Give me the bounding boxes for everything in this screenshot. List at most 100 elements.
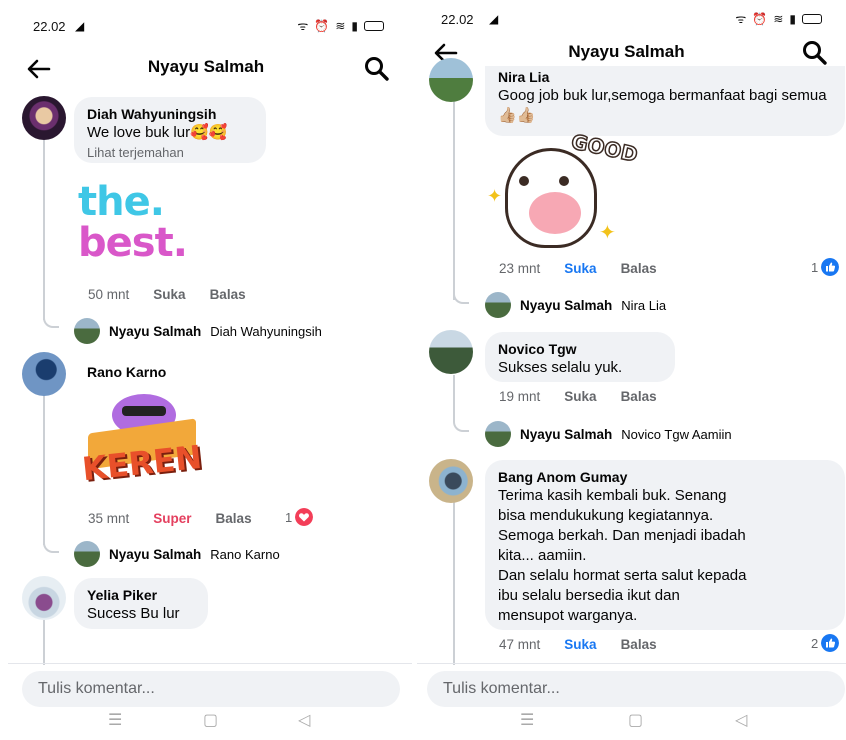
- comment-author[interactable]: Diah Wahyuningsih: [87, 105, 252, 123]
- comment-bubble: Bang Anom Gumay Terima kasih kembali buk…: [485, 460, 845, 630]
- love-reaction-icon: [295, 508, 314, 526]
- header: Nyayu Salmah: [0, 48, 412, 88]
- reply-button[interactable]: Balas: [216, 511, 252, 526]
- comment-author[interactable]: Novico Tgw: [498, 340, 661, 358]
- page-title: Nyayu Salmah: [568, 42, 685, 61]
- comment-actions: 50 mnt Suka Balas: [88, 287, 270, 302]
- like-button[interactable]: Suka: [564, 389, 596, 404]
- comment-time: 23 mnt: [499, 261, 541, 276]
- reply-item[interactable]: Nyayu Salmah Rano Karno: [74, 541, 280, 567]
- avatar[interactable]: [429, 459, 473, 503]
- reply-item[interactable]: Nyayu Salmah Diah Wahyuningsih: [74, 318, 322, 344]
- avatar: [485, 292, 511, 318]
- reaction-count-text: 1: [285, 509, 293, 525]
- reply-preview: Nira Lia: [621, 297, 667, 313]
- search-icon[interactable]: [362, 54, 392, 84]
- reply-preview: Novico Tgw Aamiin: [621, 426, 732, 442]
- avatar[interactable]: [22, 576, 66, 620]
- comment-text-line: Terima kasih kembali buk. Senang: [498, 487, 727, 504]
- comment-text-line: kita... aamiin.: [498, 547, 587, 564]
- home-icon[interactable]: ▢: [628, 710, 643, 730]
- like-button[interactable]: Suka: [153, 287, 185, 302]
- home-icon[interactable]: ▢: [203, 710, 218, 730]
- sparkle-icon: ✦: [487, 186, 503, 206]
- notification-icon: ◢: [75, 19, 85, 33]
- thread-line: [43, 395, 45, 545]
- thread-line: [43, 140, 45, 320]
- signal-icon: ▮: [789, 11, 796, 26]
- comment-author[interactable]: Yelia Piker: [87, 586, 194, 604]
- reaction-count[interactable]: 1: [811, 258, 840, 276]
- reply-button[interactable]: Balas: [210, 287, 246, 302]
- see-translation-link[interactable]: Lihat terjemahan: [87, 144, 252, 162]
- reaction-count[interactable]: 1: [285, 508, 314, 526]
- comment-text: We love buk lur🥰🥰: [87, 124, 228, 141]
- vibrate-icon: ᯤ: [735, 12, 747, 26]
- reply-item[interactable]: Nyayu Salmah Novico Tgw Aamiin: [485, 421, 732, 447]
- comment-input[interactable]: Tulis komentar...: [427, 671, 845, 707]
- comment-time: 19 mnt: [499, 389, 541, 404]
- thread-elbow: [43, 300, 59, 328]
- comment-time: 35 mnt: [88, 511, 130, 526]
- back-triangle-icon[interactable]: ◁: [298, 710, 310, 730]
- wifi-icon: ≋: [773, 11, 784, 26]
- menu-icon[interactable]: ☰: [108, 710, 122, 730]
- status-time: 22.02: [33, 19, 66, 34]
- wifi-icon: ≋: [335, 18, 346, 33]
- reply-item[interactable]: Nyayu Salmah Nira Lia: [485, 292, 666, 318]
- sticker-bunny-belly: [529, 192, 581, 234]
- system-nav-bar: ☰ ▢ ◁: [0, 704, 412, 740]
- reply-button[interactable]: Balas: [621, 637, 657, 652]
- reaction-button[interactable]: Super: [153, 511, 191, 526]
- comment-author[interactable]: Nira Lia: [498, 68, 831, 86]
- right-screen: 22.02 ◢ ᯤ ⏰ ≋ ▮ Nyayu Salmah Nira Lia Go…: [417, 0, 846, 740]
- alarm-icon: ⏰: [752, 11, 768, 26]
- thread-elbow: [453, 280, 469, 304]
- comment-author[interactable]: Bang Anom Gumay: [498, 468, 831, 486]
- like-button[interactable]: Suka: [564, 261, 596, 276]
- reply-author: Nyayu Salmah: [520, 426, 613, 442]
- comment-actions: 35 mnt Super Balas: [88, 511, 276, 526]
- reply-button[interactable]: Balas: [621, 389, 657, 404]
- comment-bubble: Diah Wahyuningsih We love buk lur🥰🥰 Liha…: [74, 97, 266, 163]
- status-time: 22.02: [441, 12, 474, 27]
- divider: [8, 663, 412, 664]
- reaction-count-text: 1: [811, 259, 819, 275]
- comment-bubble: Novico Tgw Sukses selalu yuk.: [485, 332, 675, 382]
- divider: [417, 663, 846, 664]
- sticker-bunny-eye: [519, 176, 529, 186]
- comment-text-line: Semoga berkah. Dan menjadi ibadah: [498, 527, 746, 544]
- reaction-count[interactable]: 2: [811, 634, 840, 652]
- reply-author: Nyayu Salmah: [109, 323, 202, 339]
- status-bar: 22.02 ◢ ᯤ ⏰ ≋ ▮: [0, 0, 412, 40]
- left-screen: 22.02 ◢ ᯤ ⏰ ≋ ▮ Nyayu Salmah Diah Wahyun…: [0, 0, 412, 740]
- comment-actions: 23 mnt Suka Balas: [499, 261, 681, 276]
- sticker-bunny-eye: [559, 176, 569, 186]
- comment-bubble: Yelia Piker Sucess Bu lur: [74, 578, 208, 629]
- comment-time: 47 mnt: [499, 637, 541, 652]
- thread-line: [43, 620, 45, 665]
- comment-actions: 19 mnt Suka Balas: [499, 389, 681, 404]
- reply-button[interactable]: Balas: [621, 261, 657, 276]
- avatar[interactable]: [429, 330, 473, 374]
- back-triangle-icon[interactable]: ◁: [735, 710, 747, 730]
- comment-input[interactable]: Tulis komentar...: [22, 671, 400, 707]
- comment-text-line: Dan selalu hormat serta salut kepada: [498, 567, 747, 584]
- sticker-good-bunny: GOOD ✦ ✦: [487, 129, 647, 254]
- sticker-keren: KEREN: [80, 392, 204, 502]
- comment-text: Sucess Bu lur: [87, 605, 180, 622]
- notification-icon: ◢: [489, 12, 499, 26]
- avatar[interactable]: [22, 96, 66, 140]
- comment-actions: 47 mnt Suka Balas: [499, 637, 681, 652]
- comment-author[interactable]: Rano Karno: [87, 363, 166, 381]
- reply-preview: Rano Karno: [210, 546, 280, 562]
- comment-bubble: Nira Lia Goog job buk lur,semoga bermanf…: [485, 66, 845, 136]
- search-icon[interactable]: [800, 38, 830, 68]
- like-button[interactable]: Suka: [564, 637, 596, 652]
- like-reaction-icon: [821, 634, 840, 652]
- menu-icon[interactable]: ☰: [520, 710, 534, 730]
- comment-text-line: mensupot warganya.: [498, 607, 638, 624]
- sticker-text: best.: [78, 220, 188, 266]
- avatar[interactable]: [22, 352, 66, 396]
- avatar[interactable]: [429, 58, 473, 102]
